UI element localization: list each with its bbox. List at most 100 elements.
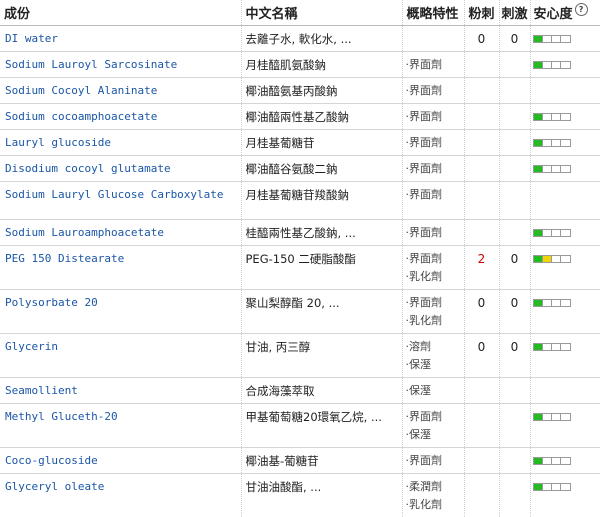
feature-cell: ·界面劑 bbox=[402, 78, 464, 104]
feature-label: ·界面劑 bbox=[406, 452, 460, 470]
feature-label: ·溶劑 bbox=[406, 338, 460, 356]
safety-segment bbox=[534, 140, 543, 146]
safety-segment bbox=[534, 300, 543, 306]
safety-meter bbox=[533, 35, 571, 43]
table-row: Sodium Cocoyl Alaninate椰油醯氨基丙酸鈉·界面劑 bbox=[0, 78, 600, 104]
irritant-score bbox=[499, 78, 530, 104]
table-row: PEG 150 DistearatePEG-150 二硬脂酸酯·界面劑·乳化劑2… bbox=[0, 246, 600, 290]
acne-score bbox=[464, 474, 499, 517]
acne-score: 0 bbox=[464, 26, 499, 52]
help-icon[interactable]: ? bbox=[575, 3, 588, 16]
feature-label: ·界面劑 bbox=[406, 160, 460, 178]
ingredient-name-link[interactable]: Sodium cocoamphoacetate bbox=[0, 104, 241, 130]
ingredient-name-link[interactable]: Glycerin bbox=[0, 334, 241, 378]
ingredient-name-link[interactable]: Sodium Lauryl Glucose Carboxylate bbox=[0, 182, 241, 220]
safety-segment bbox=[534, 114, 543, 120]
safety-meter bbox=[533, 139, 571, 147]
feature-label: ·界面劑 bbox=[406, 186, 460, 204]
acne-score bbox=[464, 448, 499, 474]
ingredient-name-link[interactable]: PEG 150 Distearate bbox=[0, 246, 241, 290]
ingredient-name-link[interactable]: Sodium Lauroamphoacetate bbox=[0, 220, 241, 246]
safety-segment bbox=[543, 344, 552, 350]
safety-segment bbox=[552, 256, 561, 262]
feature-label: ·乳化劑 bbox=[406, 268, 460, 286]
ingredient-name-link[interactable]: Coco-glucoside bbox=[0, 448, 241, 474]
safety-meter bbox=[533, 413, 571, 421]
feature-cell: ·界面劑 bbox=[402, 52, 464, 78]
feature-label: ·乳化劑 bbox=[406, 496, 460, 514]
table-row: Lauryl glucoside月桂基葡糖苷·界面劑 bbox=[0, 130, 600, 156]
safety-meter bbox=[533, 343, 571, 351]
irritant-score bbox=[499, 182, 530, 220]
safety-segment bbox=[561, 458, 570, 464]
safety-meter bbox=[533, 61, 571, 69]
irritant-score bbox=[499, 474, 530, 517]
acne-score: 0 bbox=[464, 290, 499, 334]
safety-segment bbox=[534, 36, 543, 42]
ingredient-name-link[interactable]: Lauryl glucoside bbox=[0, 130, 241, 156]
safety-segment bbox=[561, 230, 570, 236]
acne-score bbox=[464, 78, 499, 104]
chinese-name: PEG-150 二硬脂酸酯 bbox=[241, 246, 402, 290]
ingredient-name-link[interactable]: Seamollient bbox=[0, 378, 241, 404]
safety-cell bbox=[530, 156, 600, 182]
safety-meter bbox=[533, 165, 571, 173]
ingredient-name-link[interactable]: Polysorbate 20 bbox=[0, 290, 241, 334]
safety-segment bbox=[552, 414, 561, 420]
irritant-score bbox=[499, 156, 530, 182]
feature-label: ·乳化劑 bbox=[406, 312, 460, 330]
feature-label: ·保溼 bbox=[406, 356, 460, 374]
feature-cell: ·界面劑·乳化劑 bbox=[402, 290, 464, 334]
chinese-name: 月桂醯肌氨酸鈉 bbox=[241, 52, 402, 78]
ingredient-name-link[interactable]: Glyceryl oleate bbox=[0, 474, 241, 517]
safety-segment bbox=[561, 140, 570, 146]
safety-segment bbox=[552, 458, 561, 464]
safety-meter bbox=[533, 483, 571, 491]
ingredient-name-link[interactable]: Sodium Lauroyl Sarcosinate bbox=[0, 52, 241, 78]
safety-segment bbox=[543, 36, 552, 42]
acne-score: 2 bbox=[464, 246, 499, 290]
feature-label: ·界面劑 bbox=[406, 294, 460, 312]
safety-segment bbox=[552, 36, 561, 42]
ingredient-table: 成份 中文名稱 概略特性 粉刺 刺激 安心度? DI water去離子水, 軟化… bbox=[0, 0, 600, 517]
safety-cell bbox=[530, 474, 600, 517]
chinese-name: 合成海藻萃取 bbox=[241, 378, 402, 404]
table-row: Methyl Gluceth-20甲基葡萄糖20環氧乙烷, ...·界面劑·保溼 bbox=[0, 404, 600, 448]
safety-segment bbox=[543, 166, 552, 172]
header-chinese-name: 中文名稱 bbox=[241, 0, 402, 26]
chinese-name: 椰油醯氨基丙酸鈉 bbox=[241, 78, 402, 104]
ingredient-name-link[interactable]: DI water bbox=[0, 26, 241, 52]
ingredient-name-link[interactable]: Sodium Cocoyl Alaninate bbox=[0, 78, 241, 104]
safety-segment bbox=[552, 166, 561, 172]
feature-label: ·界面劑 bbox=[406, 224, 460, 242]
safety-segment bbox=[561, 300, 570, 306]
table-header-row: 成份 中文名稱 概略特性 粉刺 刺激 安心度? bbox=[0, 0, 600, 26]
safety-meter bbox=[533, 457, 571, 465]
safety-segment bbox=[561, 36, 570, 42]
feature-label: ·界面劑 bbox=[406, 134, 460, 152]
table-row: Glyceryl oleate甘油油酸酯, ...·柔潤劑·乳化劑 bbox=[0, 474, 600, 517]
header-safety-label: 安心度 bbox=[534, 7, 573, 22]
ingredient-name-link[interactable]: Methyl Gluceth-20 bbox=[0, 404, 241, 448]
safety-cell bbox=[530, 290, 600, 334]
safety-segment bbox=[552, 62, 561, 68]
safety-segment bbox=[552, 344, 561, 350]
feature-cell: ·界面劑 bbox=[402, 156, 464, 182]
header-acne: 粉刺 bbox=[464, 0, 499, 26]
safety-segment bbox=[552, 230, 561, 236]
safety-segment bbox=[534, 62, 543, 68]
ingredient-name-link[interactable]: Disodium cocoyl glutamate bbox=[0, 156, 241, 182]
safety-segment bbox=[543, 256, 552, 262]
table-row: Coco-glucoside椰油基-葡糖苷·界面劑 bbox=[0, 448, 600, 474]
acne-score bbox=[464, 220, 499, 246]
safety-cell bbox=[530, 220, 600, 246]
irritant-score bbox=[499, 448, 530, 474]
feature-cell: ·界面劑 bbox=[402, 130, 464, 156]
safety-segment bbox=[543, 114, 552, 120]
safety-segment bbox=[561, 256, 570, 262]
acne-score bbox=[464, 130, 499, 156]
irritant-score bbox=[499, 220, 530, 246]
chinese-name: 甘油油酸酯, ... bbox=[241, 474, 402, 517]
irritant-score bbox=[499, 404, 530, 448]
table-row: Glycerin甘油, 丙三醇·溶劑·保溼00 bbox=[0, 334, 600, 378]
